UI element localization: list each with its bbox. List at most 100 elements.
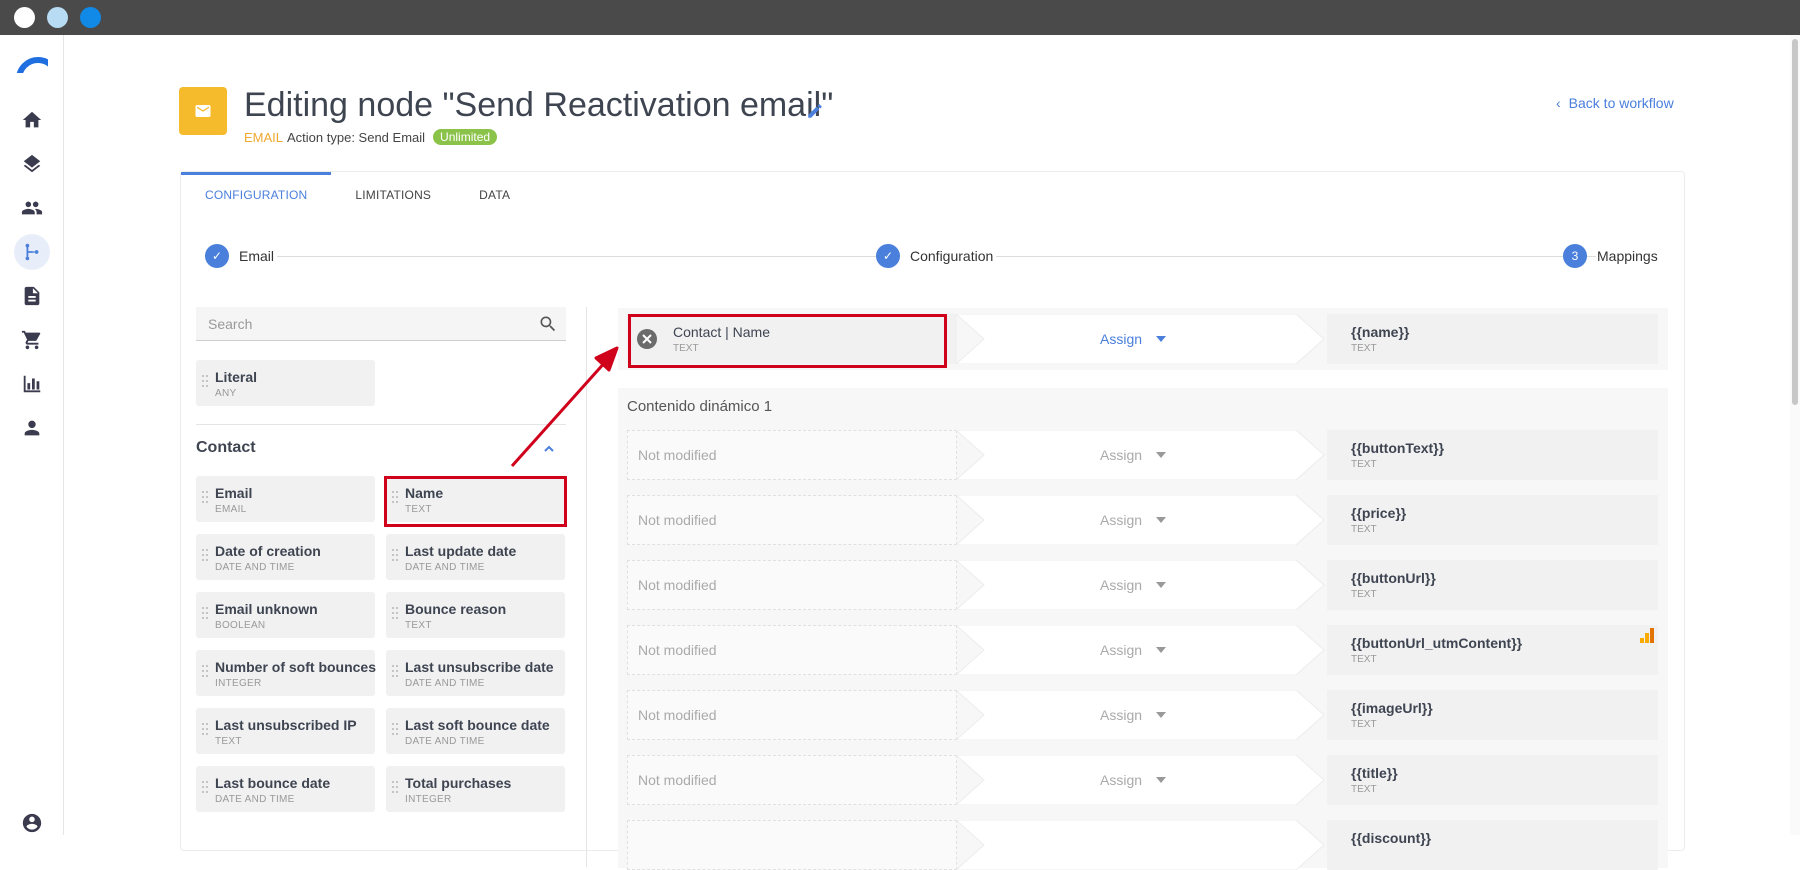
mapping-target: {{imageUrl}} TEXT [1327,690,1658,740]
mapping-source-dropzone[interactable]: Not modified [627,430,957,480]
analytics-icon[interactable] [1639,628,1655,644]
document-icon[interactable] [14,278,50,314]
assign-label: Assign [1100,642,1143,658]
field-last-update-date[interactable]: Last update date DATE AND TIME [386,534,565,580]
person-icon[interactable] [14,410,50,446]
page-scrollbar[interactable] [1790,35,1800,835]
drag-handle-icon[interactable] [392,607,398,623]
mapping-source-dropzone[interactable]: Not modified [627,560,957,610]
drag-handle-icon[interactable] [202,607,208,623]
drag-handle-icon[interactable] [202,665,208,681]
tab-configuration[interactable]: CONFIGURATION [181,172,332,212]
assign-label: Assign [1100,707,1143,723]
field-email-unknown[interactable]: Email unknown BOOLEAN [196,592,375,638]
mapping-source-dropzone[interactable]: Not modified [627,690,957,740]
target-type: TEXT [1351,524,1377,535]
field-type: DATE AND TIME [215,562,295,573]
node-type-tag: EMAIL [244,129,284,145]
assign-dropdown[interactable]: Assign [1100,577,1167,593]
close-icon[interactable] [637,329,657,349]
step-email[interactable]: ✓ Email [205,244,274,268]
field-last-soft-bounce-date[interactable]: Last soft bounce date DATE AND TIME [386,708,565,754]
assign-dropdown[interactable]: Assign [1100,512,1167,528]
assign-dropdown[interactable]: Assign [1100,331,1167,347]
field-name: Last bounce date [215,775,331,791]
window-maximize-button[interactable] [80,7,101,28]
drag-handle-icon[interactable] [202,549,208,565]
assign-dropdown[interactable]: Assign [1100,642,1167,658]
target-type: TEXT [1351,719,1377,730]
field-date-of-creation[interactable]: Date of creation DATE AND TIME [196,534,375,580]
drag-handle-icon[interactable] [392,723,398,739]
field-type: ANY [215,388,237,399]
target-type: TEXT [1351,589,1377,600]
account-icon[interactable] [14,805,50,841]
target-variable: {{name}} [1351,324,1410,340]
field-last-unsubscribed-ip[interactable]: Last unsubscribed IP TEXT [196,708,375,754]
mapping-row: Not modified Assign {{imageUrl}} TEXT [627,690,1658,740]
tab-limitations[interactable]: LIMITATIONS [331,172,455,212]
people-icon[interactable] [14,190,50,226]
assign-dropdown[interactable]: Assign [1100,707,1167,723]
logo-icon[interactable] [16,57,48,73]
email-node-icon [179,87,227,135]
window-minimize-button[interactable] [47,7,68,28]
tab-data[interactable]: DATA [455,172,534,212]
drag-handle-icon[interactable] [202,723,208,739]
search-icon[interactable] [538,314,558,334]
drag-handle-icon[interactable] [392,491,398,507]
field-name: Email unknown [215,601,318,617]
drag-handle-icon[interactable] [392,549,398,565]
mapping-target: {{title}} TEXT [1327,755,1658,805]
chevron-up-icon[interactable] [542,442,556,456]
layers-icon[interactable] [14,146,50,182]
drag-handle-icon[interactable] [392,781,398,797]
back-to-workflow-link[interactable]: ‹ Back to workflow [1556,95,1674,111]
chart-icon[interactable] [14,366,50,402]
stepper-line [996,256,1596,257]
field-type: TEXT [405,504,432,515]
mapping-source-dropzone[interactable]: Not modified [627,495,957,545]
cart-icon[interactable] [14,322,50,358]
field-bounce-reason[interactable]: Bounce reason TEXT [386,592,565,638]
assign-dropdown[interactable]: Assign [1100,447,1167,463]
drag-handle-icon[interactable] [202,491,208,507]
mapping-source-dropzone[interactable] [627,820,957,870]
drag-handle-icon[interactable] [202,375,208,391]
assign-dropdown[interactable]: Assign [1100,772,1167,788]
caret-down-icon [1156,647,1167,653]
drag-handle-icon[interactable] [392,665,398,681]
mapping-target: {{buttonText}} TEXT [1327,430,1658,480]
step-number: 3 [1563,244,1587,268]
step-mappings[interactable]: 3 Mappings [1563,244,1658,268]
field-type: INTEGER [405,794,452,805]
assign-label: Assign [1100,772,1143,788]
scrollbar-thumb[interactable] [1792,39,1798,405]
mapping-source-dropzone[interactable]: Not modified [627,625,957,675]
step-configuration[interactable]: ✓ Configuration [876,244,993,268]
search-input[interactable] [208,315,528,332]
target-variable: {{discount}} [1351,830,1432,846]
home-icon[interactable] [14,102,50,138]
target-variable: {{title}} [1351,765,1398,781]
field-email[interactable]: Email EMAIL [196,476,375,522]
mapping-source-dropzone[interactable]: Not modified [627,755,957,805]
mapping-source[interactable]: Contact | Name TEXT [627,314,957,364]
window-close-button[interactable] [14,7,35,28]
field-number-of-soft-bounces[interactable]: Number of soft bounces INTEGER [196,650,376,696]
field-last-unsubscribe-date[interactable]: Last unsubscribe date DATE AND TIME [386,650,565,696]
pencil-icon[interactable] [806,102,824,120]
field-name[interactable]: Name TEXT [386,476,565,522]
caret-down-icon [1156,452,1167,458]
field-last-bounce-date[interactable]: Last bounce date DATE AND TIME [196,766,375,812]
field-name: Literal [215,369,258,385]
mapping-section-main: Contact | Name TEXT Assign {{name}} TEXT [618,308,1668,370]
field-literal[interactable]: Literal ANY [196,360,375,406]
editor-card: CONFIGURATION LIMITATIONS DATA ✓ Email ✓… [180,171,1685,870]
back-link-label: Back to workflow [1568,95,1674,111]
field-total-purchases[interactable]: Total purchases INTEGER [386,766,565,812]
field-type: TEXT [405,620,432,631]
drag-handle-icon[interactable] [202,781,208,797]
source-field-type: TEXT [673,343,699,354]
workflow-icon[interactable] [14,234,50,270]
